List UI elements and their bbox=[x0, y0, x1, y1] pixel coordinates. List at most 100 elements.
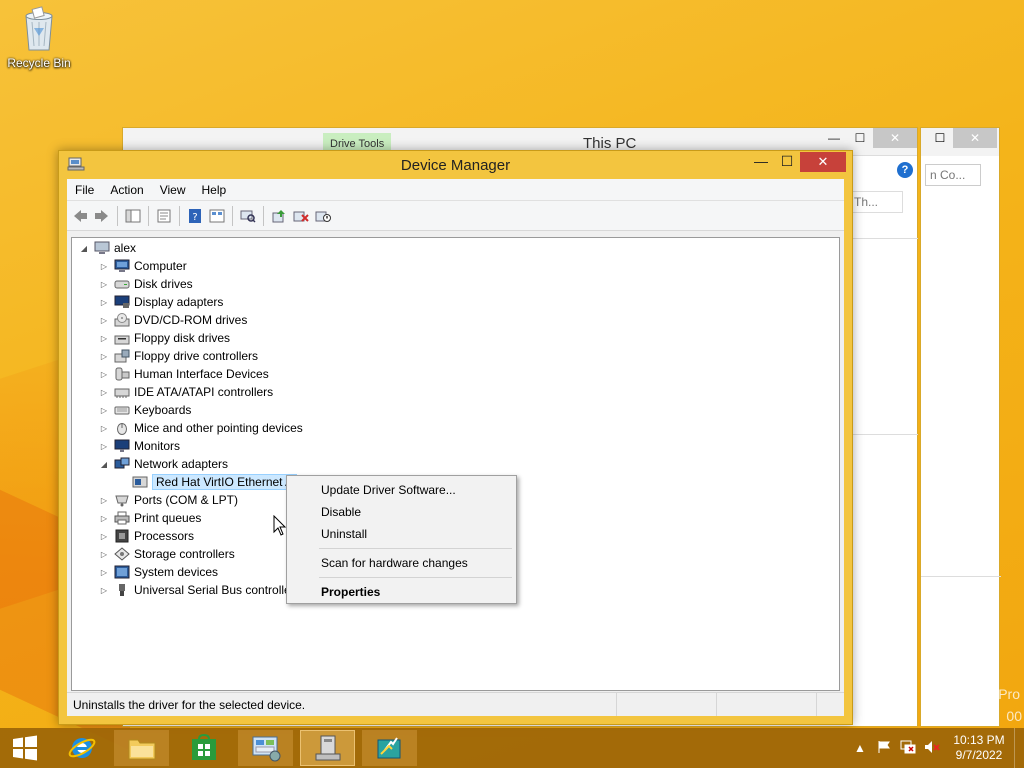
menu-item-disable[interactable]: Disable bbox=[289, 501, 514, 523]
back-button[interactable] bbox=[69, 205, 91, 227]
expand-arrow-icon[interactable]: ▷ bbox=[98, 550, 110, 559]
search-input[interactable]: Th... bbox=[849, 191, 903, 213]
menu-item-properties[interactable]: Properties bbox=[289, 581, 514, 603]
tree-category-item[interactable]: ▷ Disk drives bbox=[98, 275, 193, 293]
help-button[interactable]: ? bbox=[184, 205, 206, 227]
forward-button[interactable] bbox=[91, 205, 113, 227]
close-button[interactable]: ✕ bbox=[873, 128, 917, 148]
properties-button[interactable] bbox=[153, 205, 175, 227]
tree-category-item[interactable]: ▷ System devices bbox=[98, 563, 218, 581]
tree-category-item[interactable]: ▷ Floppy disk drives bbox=[98, 329, 230, 347]
expand-arrow-icon[interactable]: ▷ bbox=[98, 406, 110, 415]
show-hidden-icons-icon[interactable]: ▲ bbox=[848, 741, 872, 755]
tree-category-item[interactable]: ▷ Storage controllers bbox=[98, 545, 235, 563]
help-icon[interactable]: ? bbox=[897, 162, 913, 178]
menu-item-scan-hardware[interactable]: Scan for hardware changes bbox=[289, 552, 514, 574]
expand-arrow-icon[interactable]: ▷ bbox=[98, 586, 110, 595]
expand-arrow-icon[interactable]: ▷ bbox=[98, 424, 110, 433]
device-manager-window[interactable]: Device Manager — ☐ ✕ File Action View He… bbox=[58, 150, 853, 725]
volume-muted-icon[interactable] bbox=[920, 740, 944, 757]
minimize-button[interactable]: — bbox=[821, 128, 847, 148]
device-tree[interactable]: ◢ alex ▷ Computer ▷ Disk drives ▷ Display ada… bbox=[71, 237, 840, 691]
folder-icon bbox=[128, 739, 155, 760]
menu-view[interactable]: View bbox=[152, 183, 194, 197]
expand-arrow-icon[interactable]: ▷ bbox=[98, 262, 110, 271]
taskbar-store[interactable] bbox=[176, 730, 231, 766]
expand-arrow-icon[interactable]: ▷ bbox=[98, 316, 110, 325]
recycle-bin-shortcut[interactable]: Recycle Bin bbox=[4, 6, 74, 70]
display-adapter-icon bbox=[114, 295, 130, 309]
maximize-button[interactable]: ☐ bbox=[927, 128, 953, 148]
network-status-icon[interactable] bbox=[896, 740, 920, 757]
expand-arrow-icon[interactable]: ▷ bbox=[98, 514, 110, 523]
close-button[interactable]: ✕ bbox=[953, 128, 997, 148]
taskbar-device-manager[interactable] bbox=[300, 730, 355, 766]
tree-category-item[interactable]: ▷ DVD/CD-ROM drives bbox=[98, 311, 247, 329]
expand-arrow-icon[interactable]: ▷ bbox=[98, 568, 110, 577]
status-text: Uninstalls the driver for the selected d… bbox=[67, 693, 617, 716]
explorer-window-2-titlebar[interactable]: ☐ ✕ bbox=[921, 128, 999, 156]
menu-help[interactable]: Help bbox=[194, 183, 235, 197]
disable-device-button[interactable] bbox=[312, 205, 334, 227]
tree-category-item[interactable]: ▷ Universal Serial Bus controlle bbox=[98, 581, 291, 599]
action-center-flag-icon[interactable] bbox=[872, 740, 896, 757]
taskbar-network-window[interactable] bbox=[362, 730, 417, 766]
expand-arrow-icon[interactable]: ▷ bbox=[98, 352, 110, 361]
expand-arrow-icon[interactable]: ▷ bbox=[98, 442, 110, 451]
taskbar-control-panel[interactable] bbox=[238, 730, 293, 766]
tree-category-item[interactable]: ▷ Human Interface Devices bbox=[98, 365, 269, 383]
tree-category-item[interactable]: ▷ Ports (COM & LPT) bbox=[98, 491, 238, 509]
show-hide-console-tree-button[interactable] bbox=[122, 205, 144, 227]
collapse-arrow-icon[interactable]: ◢ bbox=[98, 460, 110, 469]
tree-category-item[interactable]: ▷ Processors bbox=[98, 527, 194, 545]
scan-hardware-button[interactable] bbox=[237, 205, 259, 227]
show-desktop-button[interactable] bbox=[1014, 728, 1024, 768]
tree-device-item[interactable]: Red Hat VirtIO Ethernet A bbox=[128, 473, 298, 491]
maximize-button[interactable]: ☐ bbox=[774, 152, 800, 172]
search-input[interactable]: n Co... bbox=[925, 164, 981, 186]
tree-item-label: Universal Serial Bus controlle bbox=[134, 583, 291, 597]
expand-arrow-icon[interactable]: ▷ bbox=[98, 334, 110, 343]
tree-category-item[interactable]: ▷ Floppy drive controllers bbox=[98, 347, 258, 365]
tree-category-item[interactable]: ▷ Print queues bbox=[98, 509, 201, 527]
tree-item-label: System devices bbox=[134, 565, 219, 579]
taskbar-internet-explorer[interactable] bbox=[54, 730, 109, 766]
view-button[interactable] bbox=[206, 205, 228, 227]
tree-category-item[interactable]: ▷ Keyboards bbox=[98, 401, 191, 419]
toolbar-separator bbox=[148, 205, 149, 226]
back-arrow-icon bbox=[74, 209, 87, 222]
recycle-bin-icon bbox=[22, 6, 56, 52]
expand-arrow-icon[interactable]: ▷ bbox=[98, 532, 110, 541]
maximize-button[interactable]: ☐ bbox=[847, 128, 873, 148]
tree-category-item[interactable]: ▷ Computer bbox=[98, 257, 187, 275]
tree-category-item[interactable]: ▷ Mice and other pointing devices bbox=[98, 419, 303, 437]
tree-root-node[interactable]: ◢ alex bbox=[78, 239, 136, 257]
collapse-arrow-icon[interactable]: ◢ bbox=[78, 244, 90, 253]
taskbar-file-explorer[interactable] bbox=[114, 730, 169, 766]
context-menu: Update Driver Software... Disable Uninst… bbox=[286, 475, 517, 604]
uninstall-device-button[interactable] bbox=[290, 205, 312, 227]
menu-item-uninstall[interactable]: Uninstall bbox=[289, 523, 514, 545]
menu-file[interactable]: File bbox=[67, 183, 102, 197]
clock[interactable]: 10:13 PM 9/7/2022 bbox=[944, 733, 1014, 763]
tree-item-label: Monitors bbox=[134, 439, 181, 453]
explorer-window-2[interactable]: ☐ ✕ n Co... bbox=[920, 127, 1001, 727]
update-driver-button[interactable] bbox=[268, 205, 290, 227]
tree-category-item[interactable]: ▷ Display adapters bbox=[98, 293, 223, 311]
close-button[interactable]: ✕ bbox=[800, 152, 846, 172]
menu-item-update-driver[interactable]: Update Driver Software... bbox=[289, 479, 514, 501]
menu-action[interactable]: Action bbox=[102, 183, 151, 197]
device-manager-titlebar[interactable]: Device Manager — ☐ ✕ bbox=[59, 151, 852, 179]
expand-arrow-icon[interactable]: ▷ bbox=[98, 280, 110, 289]
tree-category-item[interactable]: ▷ Monitors bbox=[98, 437, 180, 455]
tree-category-item[interactable]: ▷ IDE ATA/ATAPI controllers bbox=[98, 383, 273, 401]
expand-arrow-icon[interactable]: ▷ bbox=[98, 496, 110, 505]
start-button[interactable] bbox=[0, 730, 50, 766]
minimize-button[interactable]: — bbox=[748, 152, 774, 172]
expand-arrow-icon[interactable]: ▷ bbox=[98, 370, 110, 379]
expand-arrow-icon[interactable]: ▷ bbox=[98, 298, 110, 307]
tree-category-item[interactable]: ◢ Network adapters bbox=[98, 455, 228, 473]
status-bar: Uninstalls the driver for the selected d… bbox=[67, 692, 844, 716]
divider bbox=[850, 434, 918, 435]
expand-arrow-icon[interactable]: ▷ bbox=[98, 388, 110, 397]
